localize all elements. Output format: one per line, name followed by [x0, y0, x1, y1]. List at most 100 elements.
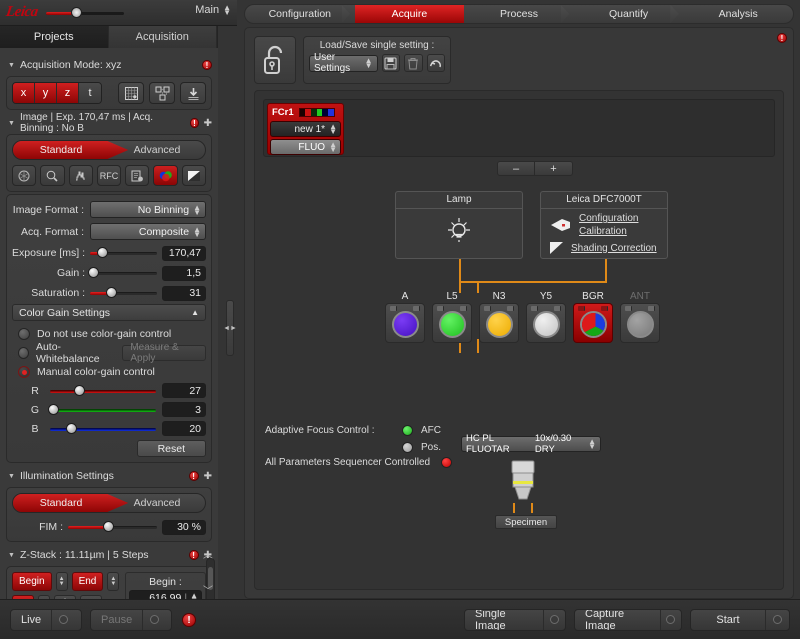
camera-configuration-link[interactable]: Configuration: [579, 212, 638, 225]
main-mode-dropdown[interactable]: Main ▲▼: [195, 4, 231, 16]
gain-value[interactable]: 1,5: [162, 266, 206, 281]
begin-stepper[interactable]: ▲▼: [56, 572, 68, 591]
floppy-save-icon[interactable]: [382, 54, 400, 72]
capture-image-button[interactable]: Capture Image: [574, 609, 682, 631]
objective-dropdown[interactable]: HC PL FLUOTAR 10x/0.30 DRY ▲▼: [461, 436, 601, 452]
tab-projects[interactable]: Projects: [0, 26, 109, 48]
image-advanced-option[interactable]: Advanced: [109, 144, 205, 156]
collapse-triangle-icon[interactable]: ▼: [8, 473, 15, 480]
trash-icon[interactable]: [404, 54, 422, 72]
color-gain-header[interactable]: Color Gain Settings ▲: [12, 304, 206, 321]
add-channel-button[interactable]: +: [535, 161, 573, 176]
slider-knob[interactable]: [66, 423, 77, 434]
slider-knob[interactable]: [97, 247, 108, 258]
image-format-dropdown[interactable]: No Binning ▲▼: [90, 201, 206, 218]
end-stepper[interactable]: ▲▼: [107, 572, 119, 591]
tab-acquisition[interactable]: Acquisition: [109, 26, 218, 48]
slider-knob[interactable]: [71, 7, 82, 18]
color-wheel-icon[interactable]: [153, 165, 177, 186]
scroll-down-arrow[interactable]: ﹀: [202, 582, 214, 597]
magnifier-icon[interactable]: [40, 165, 64, 186]
section-header-image[interactable]: ▼ Image | Exp. 170,47 ms | Acq. Binning …: [8, 115, 212, 131]
axis-t-button[interactable]: t: [79, 83, 101, 103]
saturation-slider[interactable]: [90, 286, 157, 300]
camera-calibration-link[interactable]: Calibration: [579, 225, 638, 238]
slider-knob[interactable]: [48, 404, 59, 415]
wizard-step-process[interactable]: Process: [464, 5, 574, 23]
blue-gain-slider[interactable]: [50, 422, 156, 436]
saturation-value[interactable]: 31: [162, 286, 206, 301]
illum-standard-option[interactable]: Standard: [13, 497, 109, 509]
remove-channel-button[interactable]: –: [497, 161, 535, 176]
axis-x-button[interactable]: x: [13, 83, 35, 103]
undo-arrow-icon[interactable]: [427, 54, 445, 72]
filter-cube-BGR[interactable]: [573, 303, 613, 343]
slider-knob[interactable]: [88, 267, 99, 278]
info-badge-icon[interactable]: !: [202, 60, 212, 70]
pin-icon[interactable]: ✚: [204, 118, 212, 129]
section-header-illumination[interactable]: ▼ Illumination Settings ! ✚: [8, 468, 212, 484]
gain-slider[interactable]: [90, 266, 157, 280]
wizard-step-acquire[interactable]: Acquire: [355, 5, 465, 23]
reset-button[interactable]: Reset: [137, 440, 206, 457]
unlocked-padlock-icon[interactable]: [254, 36, 296, 84]
filter-cube-L5[interactable]: [432, 303, 472, 343]
option-auto-whitebalance[interactable]: Auto-Whitebalance Measure & Apply: [12, 344, 206, 362]
info-badge-icon[interactable]: !: [189, 550, 199, 560]
zstack-begin-button[interactable]: Begin: [12, 572, 52, 591]
channel-setting-dropdown[interactable]: new 1* ▲▼: [270, 121, 341, 137]
red-gain-slider[interactable]: [50, 384, 156, 398]
single-image-button[interactable]: Single Image: [464, 609, 566, 631]
tile-pattern-icon[interactable]: [149, 82, 175, 104]
channel-fcr1[interactable]: FCr1 new 1* ▲▼ FLUO: [267, 103, 344, 155]
info-badge-icon[interactable]: !: [182, 613, 196, 627]
list-settings-icon[interactable]: [125, 165, 149, 186]
info-badge-icon[interactable]: !: [777, 33, 787, 43]
wizard-step-quantify[interactable]: Quantify: [574, 5, 684, 23]
chevron-up-icon[interactable]: ▲: [191, 308, 199, 317]
section-header-acquisition-mode[interactable]: ▼ Acquisition Mode: xyz !: [8, 57, 212, 73]
pause-button[interactable]: Pause: [90, 609, 172, 631]
collapse-triangle-icon[interactable]: ▼: [8, 552, 15, 559]
start-button[interactable]: Start: [690, 609, 790, 631]
measure-and-apply-button[interactable]: Measure & Apply: [122, 345, 206, 361]
illum-advanced-option[interactable]: Advanced: [109, 497, 205, 509]
collapse-triangle-icon[interactable]: ▼: [8, 120, 15, 127]
exposure-value[interactable]: 170,47: [162, 246, 206, 261]
radio-button[interactable]: [18, 366, 30, 378]
grid-matrix-icon[interactable]: [118, 82, 144, 104]
live-button[interactable]: Live: [10, 609, 82, 631]
pin-icon[interactable]: ✚: [204, 471, 212, 482]
lamp-box[interactable]: Lamp: [395, 191, 523, 259]
radio-button[interactable]: [18, 328, 30, 340]
filter-cube-A[interactable]: [385, 303, 425, 343]
user-settings-dropdown[interactable]: User Settings ▲▼: [309, 55, 378, 72]
exposure-slider[interactable]: [90, 246, 157, 260]
green-gain-slider[interactable]: [50, 403, 156, 417]
collapse-triangle-icon[interactable]: ▼: [8, 62, 15, 69]
aperture-icon[interactable]: [12, 165, 36, 186]
slider-knob[interactable]: [106, 287, 117, 298]
histogram-icon[interactable]: [69, 165, 93, 186]
wizard-step-analysis[interactable]: Analysis: [683, 5, 793, 23]
section-header-zstack[interactable]: ▼ Z-Stack : 11.11µm | 5 Steps ! ✚: [8, 547, 212, 563]
fim-slider[interactable]: [68, 520, 157, 534]
illumination-mode-toggle[interactable]: Standard Advanced: [12, 493, 206, 513]
gradient-icon[interactable]: [182, 165, 206, 186]
sidebar-scroll-region[interactable]: ▼ Acquisition Mode: xyz ! x y z t: [0, 48, 218, 599]
green-gain-value[interactable]: 3: [162, 402, 206, 417]
radio-button[interactable]: [18, 347, 29, 359]
info-badge-icon[interactable]: !: [189, 471, 199, 481]
global-intensity-slider[interactable]: [46, 6, 124, 20]
wizard-step-configuration[interactable]: Configuration: [245, 5, 355, 23]
axis-z-button[interactable]: z: [57, 83, 79, 103]
specimen-label[interactable]: Specimen: [495, 515, 557, 529]
acq-format-dropdown[interactable]: Composite ▲▼: [90, 223, 206, 240]
download-save-icon[interactable]: [180, 82, 206, 104]
info-badge-icon[interactable]: !: [190, 118, 198, 128]
rfc-button[interactable]: RFC: [97, 165, 121, 186]
filter-cube-N3[interactable]: [479, 303, 519, 343]
image-standard-option[interactable]: Standard: [13, 144, 109, 156]
panel-splitter-handle[interactable]: ◄►: [226, 300, 234, 356]
image-mode-toggle[interactable]: Standard Advanced: [12, 140, 206, 160]
